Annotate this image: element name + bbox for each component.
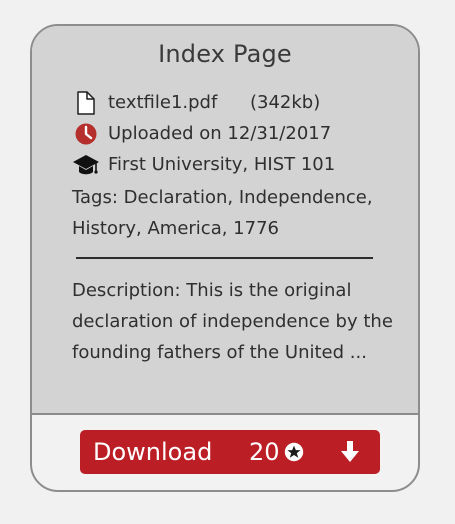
download-button[interactable]: Download 20 — [80, 430, 380, 474]
file-name: textfile1.pdf — [108, 92, 218, 113]
download-arrow-icon — [339, 440, 361, 464]
graduation-cap-icon — [72, 153, 100, 177]
course-name: First University, HIST 101 — [108, 154, 336, 175]
card-details-panel: Index Page textfile1.pdf (342kb) Uploade… — [32, 26, 418, 415]
description-text: Description: This is the original declar… — [72, 280, 393, 363]
tags-text: Tags: Declaration, Independence, History… — [72, 187, 373, 239]
star-icon — [284, 442, 304, 462]
upload-date: Uploaded on 12/31/2017 — [108, 123, 332, 144]
clock-icon — [72, 122, 100, 146]
file-size: (342kb) — [250, 92, 321, 113]
file-icon — [72, 91, 100, 115]
download-label: Download — [93, 438, 213, 466]
download-count: 20 — [249, 438, 280, 466]
section-divider — [76, 257, 373, 259]
document-card: Index Page textfile1.pdf (342kb) Uploade… — [30, 24, 420, 492]
page-title: Index Page — [158, 40, 292, 68]
